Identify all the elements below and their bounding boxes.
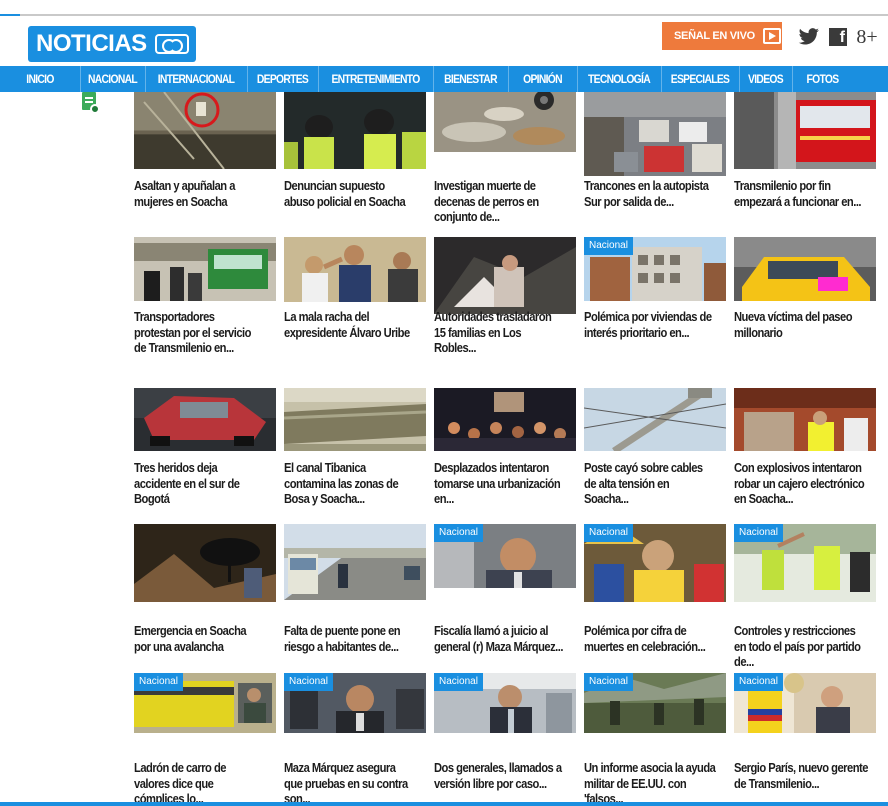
news-thumbnail[interactable] bbox=[134, 388, 276, 451]
main-nav: INICIO NACIONAL INTERNACIONAL DEPORTES ENTRE… bbox=[0, 66, 888, 92]
news-thumbnail[interactable] bbox=[734, 92, 876, 169]
category-badge[interactable]: Nacional bbox=[134, 673, 183, 691]
nav-item-deportes[interactable]: DEPORTES bbox=[252, 66, 313, 92]
news-headline[interactable]: Transmilenio por fin empezará a funciona… bbox=[734, 178, 863, 209]
live-signal-label: SEÑAL EN VIVO bbox=[674, 30, 755, 42]
rcn-logo-icon bbox=[154, 34, 189, 54]
news-thumbnail[interactable] bbox=[434, 92, 576, 152]
nav-item-internacional[interactable]: INTERNACIONAL bbox=[152, 66, 240, 92]
category-badge[interactable]: Nacional bbox=[284, 673, 333, 691]
news-thumbnail[interactable] bbox=[584, 388, 726, 451]
news-headline[interactable]: Controles y restricciones en todo el paí… bbox=[734, 623, 863, 670]
news-grid: Asaltan y apuñalan a mujeres en Soacha De… bbox=[0, 92, 888, 806]
news-headline[interactable]: Desplazados intentaron tomarse una urban… bbox=[434, 460, 563, 507]
news-headline[interactable]: Tres heridos deja accidente en el sur de… bbox=[134, 460, 263, 507]
site-header: NOTICIAS SEÑAL EN VIVO f 8+ bbox=[0, 16, 888, 66]
news-headline[interactable]: La mala racha del expresidente Álvaro Ur… bbox=[284, 309, 413, 340]
news-headline[interactable]: Con explosivos intentaron robar un cajer… bbox=[734, 460, 877, 507]
news-headline[interactable]: Transportadores protestan por el servici… bbox=[134, 309, 263, 356]
news-headline[interactable]: Falta de puente pone en riesgo a habitan… bbox=[284, 623, 413, 654]
news-headline[interactable]: Denuncian supuesto abuso policial en Soa… bbox=[284, 178, 413, 209]
news-headline[interactable]: Un informe asocia la ayuda militar de EE… bbox=[584, 760, 727, 806]
nav-separator bbox=[80, 66, 81, 92]
news-thumbnail[interactable] bbox=[134, 237, 276, 301]
news-thumbnail[interactable] bbox=[434, 237, 576, 314]
nav-separator bbox=[661, 66, 662, 92]
news-thumbnail[interactable] bbox=[134, 92, 276, 169]
nav-item-videos[interactable]: VIDEOS bbox=[743, 66, 789, 92]
google-plus-glyph: 8+ bbox=[856, 25, 878, 48]
news-headline[interactable]: Nueva víctima del paseo millonario bbox=[734, 309, 863, 340]
news-headline[interactable]: Asaltan y apuñalan a mujeres en Soacha bbox=[134, 178, 263, 209]
nav-item-especiales[interactable]: ESPECIALES bbox=[666, 66, 733, 92]
play-icon bbox=[762, 28, 781, 44]
facebook-icon[interactable]: f bbox=[826, 23, 850, 51]
category-badge[interactable]: Nacional bbox=[584, 673, 633, 691]
google-plus-icon[interactable]: 8+ bbox=[852, 23, 882, 51]
nav-item-inicio[interactable]: INICIO bbox=[6, 66, 75, 92]
nav-item-entretenimiento[interactable]: ENTRETENIMIENTO bbox=[326, 66, 425, 92]
category-badge[interactable]: Nacional bbox=[734, 673, 783, 691]
news-headline[interactable]: Polémica por viviendas de interés priori… bbox=[584, 309, 713, 340]
news-headline[interactable]: Polémica por cifra de muertes en celebra… bbox=[584, 623, 713, 654]
news-thumbnail[interactable] bbox=[284, 524, 426, 600]
news-headline[interactable]: Trancones en la autopista Sur por salida… bbox=[584, 178, 713, 209]
facebook-glyph: f bbox=[829, 28, 847, 46]
live-signal-button[interactable]: SEÑAL EN VIVO bbox=[662, 22, 782, 50]
nav-separator bbox=[318, 66, 319, 92]
category-badge[interactable]: Nacional bbox=[734, 524, 783, 542]
news-headline[interactable]: Poste cayó sobre cables de alta tensión … bbox=[584, 460, 713, 507]
news-headline[interactable]: Sergio París, nuevo gerente de Transmile… bbox=[734, 760, 877, 791]
news-thumbnail[interactable] bbox=[284, 388, 426, 451]
news-thumbnail[interactable] bbox=[734, 388, 876, 451]
news-headline[interactable]: Fiscalía llamó a juicio al general (r) M… bbox=[434, 623, 563, 654]
news-thumbnail[interactable] bbox=[584, 92, 726, 176]
category-badge[interactable]: Nacional bbox=[584, 524, 633, 542]
category-badge[interactable]: Nacional bbox=[584, 237, 633, 255]
news-headline[interactable]: Emergencia en Soacha por una avalancha bbox=[134, 623, 263, 654]
news-thumbnail[interactable] bbox=[734, 237, 876, 301]
nav-item-bienestar[interactable]: BIENESTAR bbox=[438, 66, 503, 92]
news-thumbnail[interactable] bbox=[434, 388, 576, 451]
news-thumbnail[interactable] bbox=[134, 524, 276, 602]
nav-separator bbox=[433, 66, 434, 92]
nav-item-fotos[interactable]: FOTOS bbox=[796, 66, 848, 92]
twitter-icon[interactable] bbox=[796, 23, 822, 51]
nav-separator bbox=[508, 66, 509, 92]
nav-separator bbox=[145, 66, 146, 92]
news-thumbnail[interactable] bbox=[284, 92, 426, 169]
nav-item-tecnologia[interactable]: TECNOLOGÍA bbox=[583, 66, 655, 92]
nav-separator bbox=[792, 66, 793, 92]
logo-text: NOTICIAS bbox=[36, 30, 147, 57]
nav-separator bbox=[739, 66, 740, 92]
news-headline[interactable]: Maza Márquez asegura que pruebas en su c… bbox=[284, 760, 413, 806]
nav-separator bbox=[577, 66, 578, 92]
category-badge[interactable]: Nacional bbox=[434, 673, 483, 691]
news-headline[interactable]: Autoridades trasladaron 15 familias en L… bbox=[434, 309, 563, 356]
news-headline[interactable]: El canal Tibanica contamina las zonas de… bbox=[284, 460, 413, 507]
nav-item-nacional[interactable]: NACIONAL bbox=[85, 66, 141, 92]
news-thumbnail[interactable] bbox=[284, 237, 426, 302]
bottom-bar bbox=[0, 802, 888, 806]
site-logo[interactable]: NOTICIAS bbox=[28, 26, 196, 62]
news-headline[interactable]: Investigan muerte de decenas de perros e… bbox=[434, 178, 563, 225]
news-headline[interactable]: Ladrón de carro de valores dice que cómp… bbox=[134, 760, 263, 806]
nav-item-opinion[interactable]: OPINIÓN bbox=[513, 66, 572, 92]
category-badge[interactable]: Nacional bbox=[434, 524, 483, 542]
news-headline[interactable]: Dos generales, llamados a versión libre … bbox=[434, 760, 563, 791]
nav-separator bbox=[247, 66, 248, 92]
